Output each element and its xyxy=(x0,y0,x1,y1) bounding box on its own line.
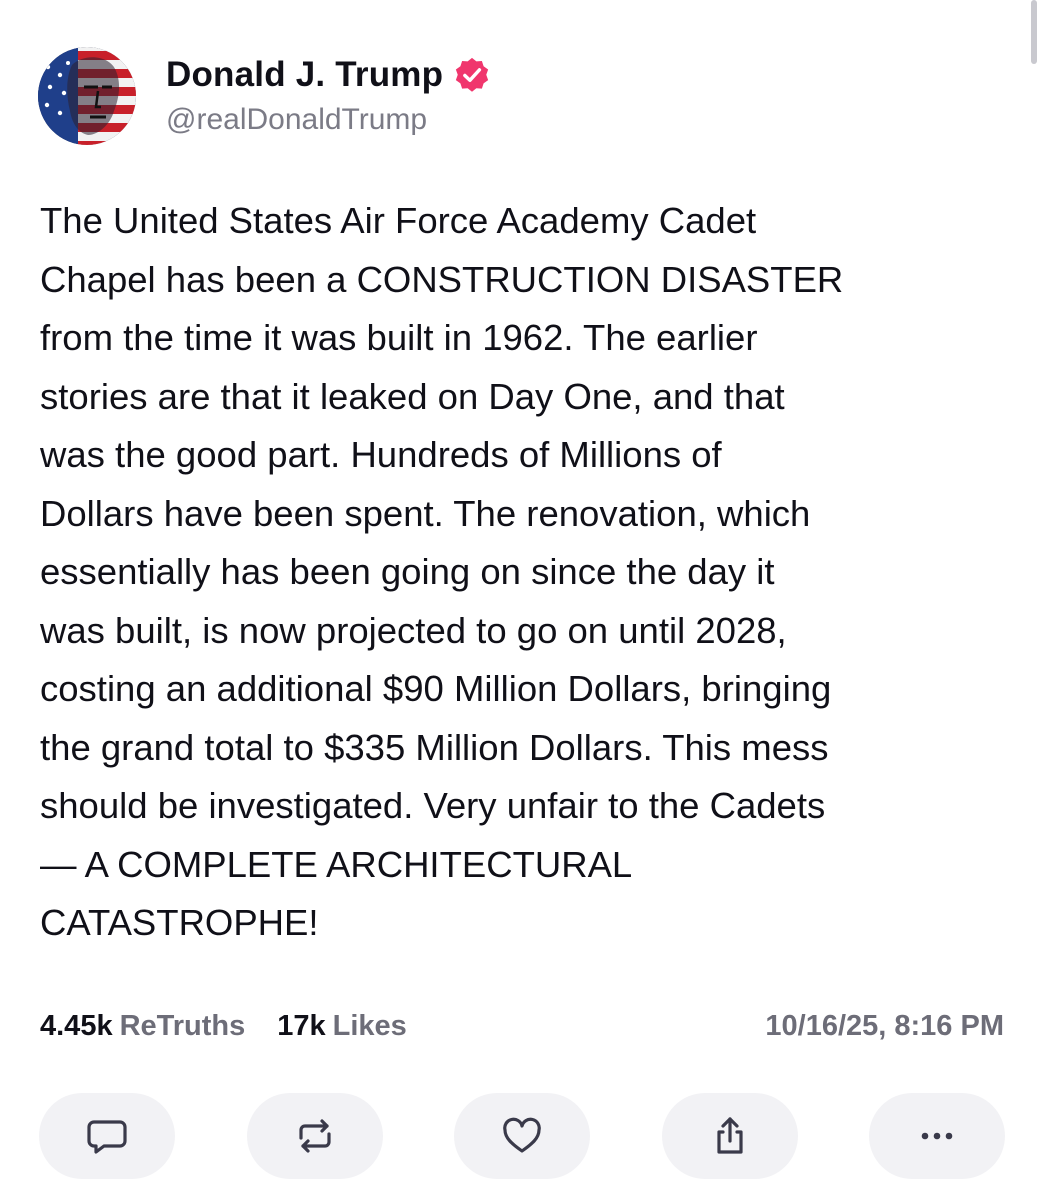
reply-button[interactable] xyxy=(39,1093,175,1179)
share-button[interactable] xyxy=(661,1093,798,1179)
author-avatar[interactable] xyxy=(38,47,136,145)
scrollbar[interactable] xyxy=(1031,0,1037,64)
post-timestamp: 10/16/25, 8:16 PM xyxy=(765,1009,1004,1042)
heart-icon xyxy=(503,1117,541,1153)
post-header: Donald J. Trump @realDonaldTrump xyxy=(38,46,491,146)
ellipsis-icon xyxy=(921,1132,953,1140)
verified-badge-icon xyxy=(456,57,489,92)
name-row: Donald J. Trump xyxy=(166,55,491,95)
like-button[interactable] xyxy=(454,1093,590,1179)
flag-portrait-avatar-image xyxy=(38,47,136,145)
author-names: Donald J. Trump @realDonaldTrump xyxy=(166,55,491,137)
retruths-count: 4.45k xyxy=(40,1009,113,1042)
retruths-label: ReTruths xyxy=(119,1009,246,1042)
post-text: The United States Air Force Academy Cade… xyxy=(40,200,844,943)
speech-bubble-icon xyxy=(87,1120,127,1154)
likes-stat[interactable]: 17k Likes xyxy=(277,1010,407,1043)
more-options-button[interactable] xyxy=(869,1093,1005,1179)
retruths-stat[interactable]: 4.45k ReTruths xyxy=(40,1010,245,1043)
share-icon xyxy=(716,1117,743,1154)
repost-arrows-icon xyxy=(298,1119,331,1153)
author-handle[interactable]: @realDonaldTrump xyxy=(166,103,491,137)
author-display-name[interactable]: Donald J. Trump xyxy=(166,55,443,95)
likes-label: Likes xyxy=(332,1009,407,1042)
retruth-button[interactable] xyxy=(246,1093,383,1179)
likes-count: 17k xyxy=(277,1009,326,1042)
post-stats: 4.45k ReTruths 17k Likes 10/16/25, 8:16 … xyxy=(40,1004,1004,1048)
action-bar xyxy=(39,1093,1005,1179)
